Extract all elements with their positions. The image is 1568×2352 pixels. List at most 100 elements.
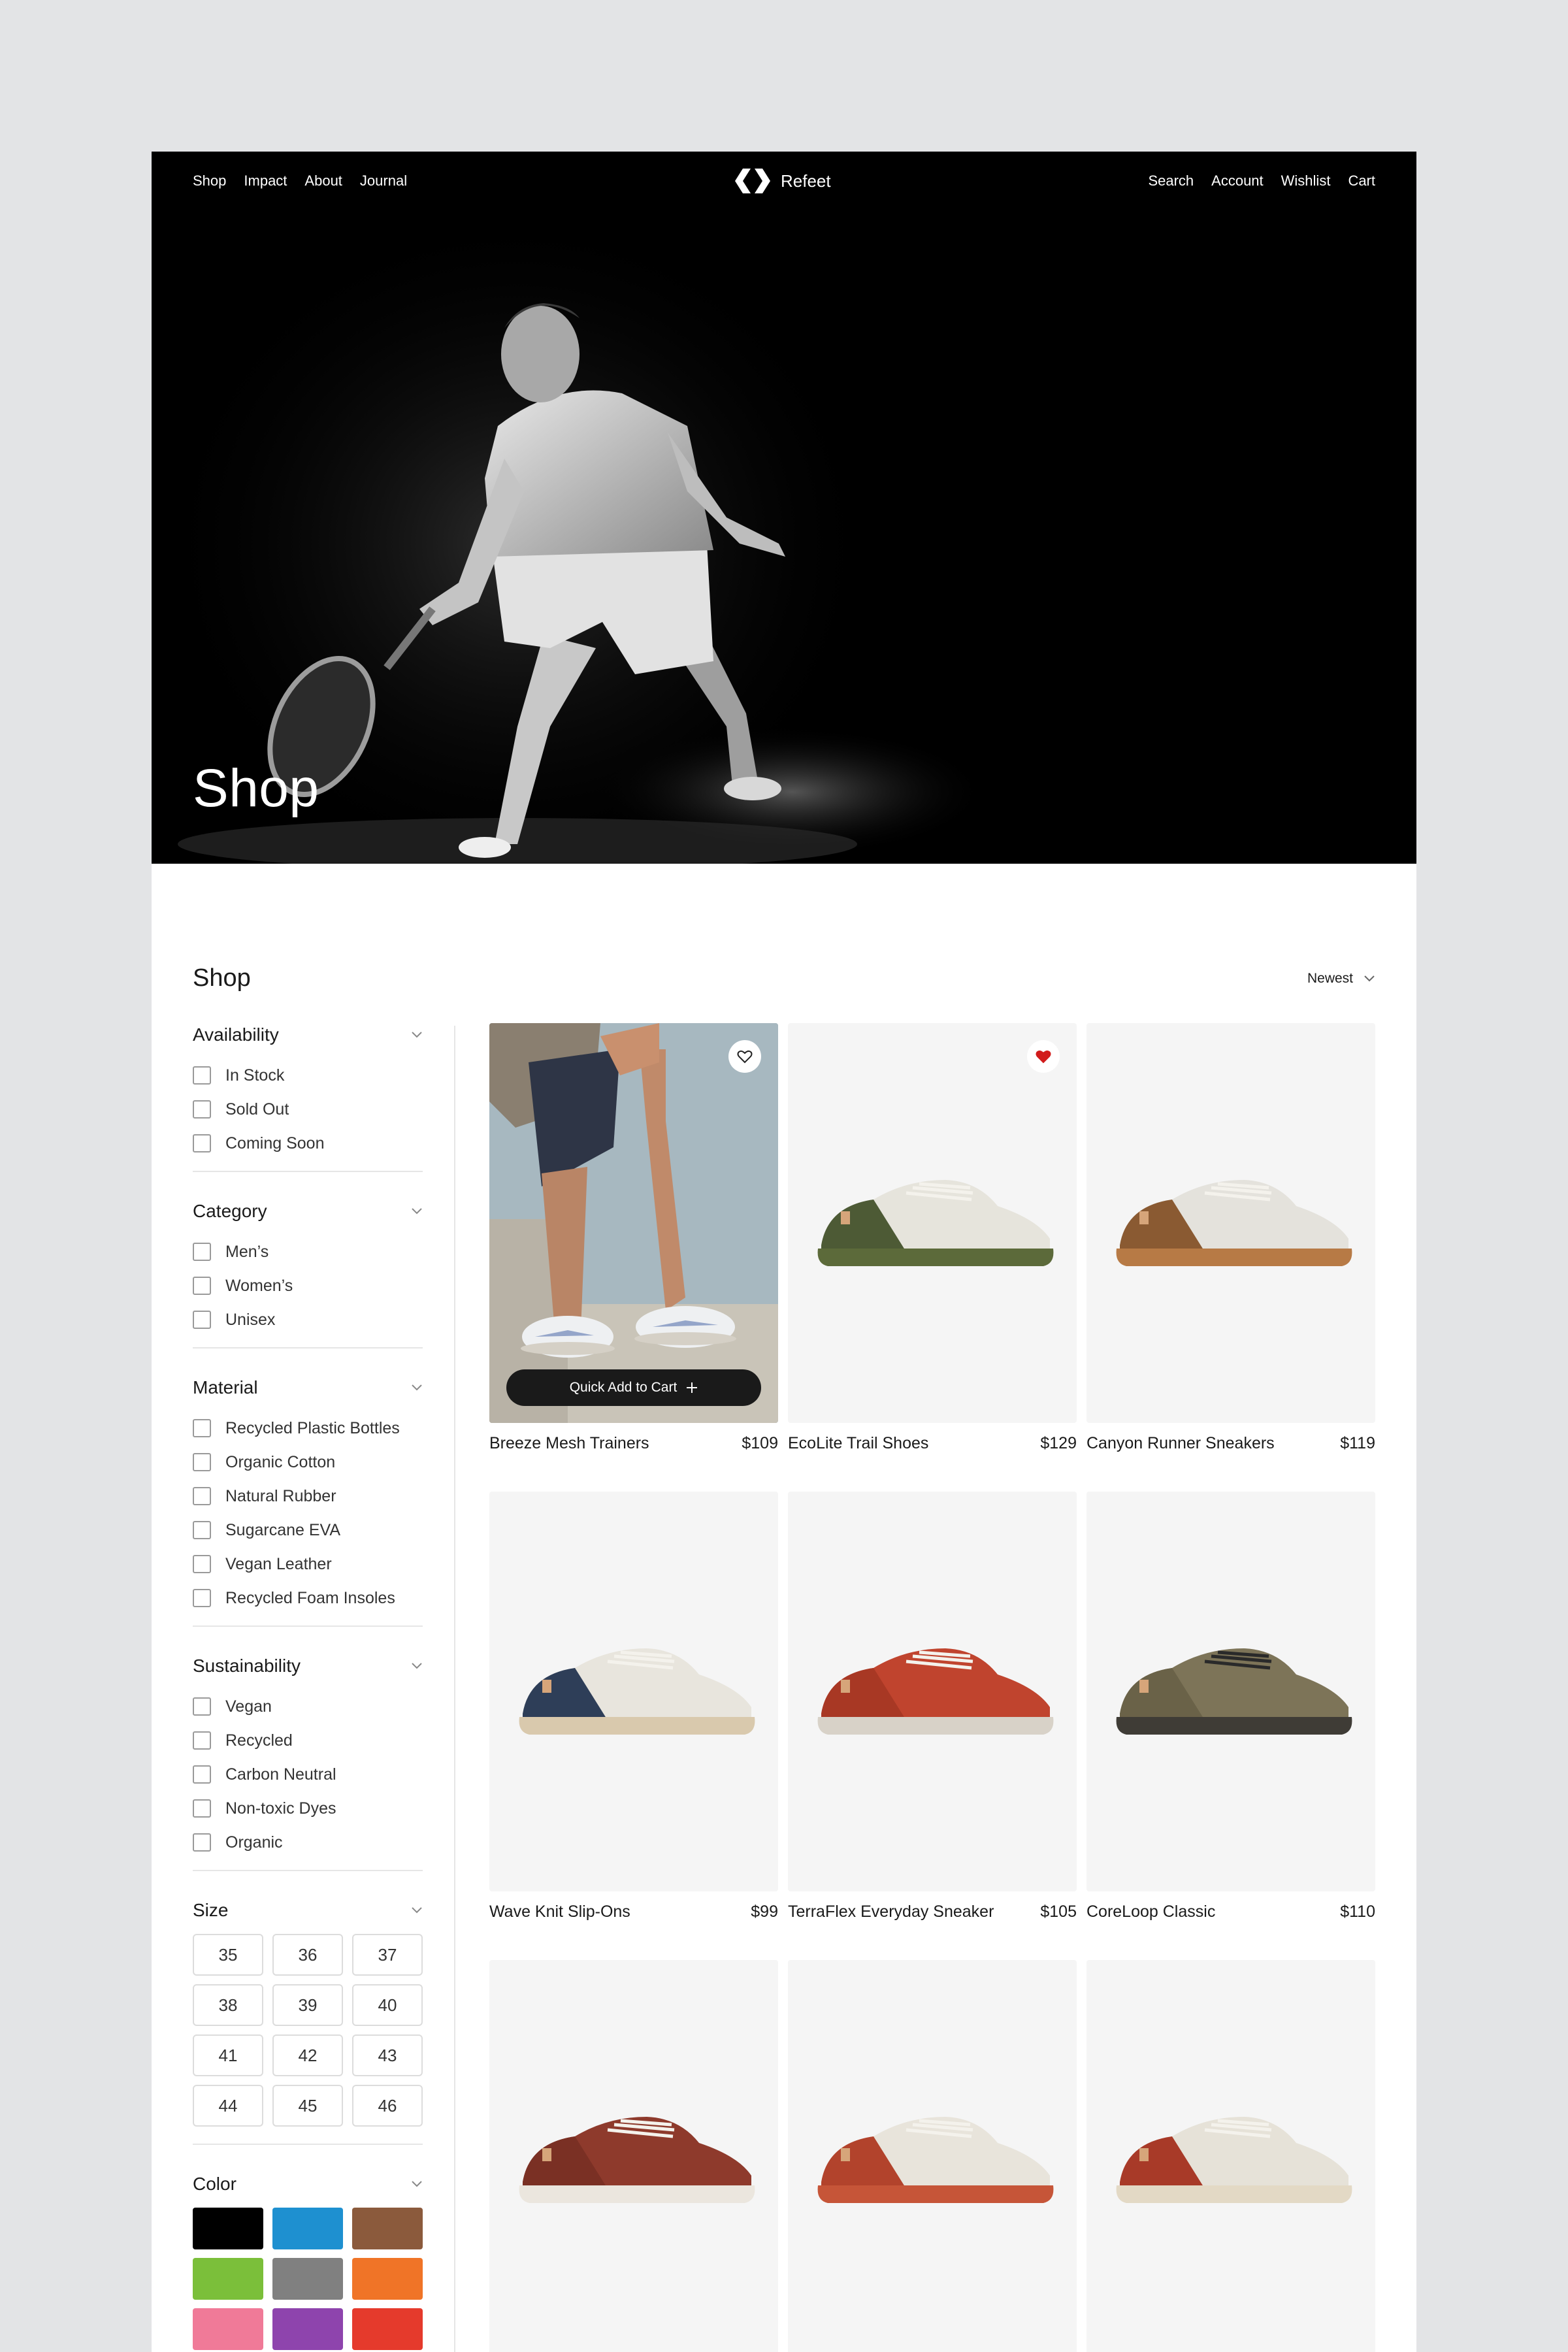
checkbox[interactable] bbox=[193, 1134, 211, 1152]
filter-option[interactable]: Women’s bbox=[193, 1269, 423, 1303]
checkbox[interactable] bbox=[193, 1521, 211, 1539]
checkbox[interactable] bbox=[193, 1697, 211, 1716]
size-button[interactable]: 43 bbox=[352, 2034, 423, 2076]
size-button[interactable]: 35 bbox=[193, 1934, 263, 1976]
product-image[interactable] bbox=[788, 1960, 1077, 2352]
product-image[interactable] bbox=[1086, 1960, 1375, 2352]
filter-option[interactable]: Recycled Foam Insoles bbox=[193, 1581, 423, 1615]
checkbox[interactable] bbox=[193, 1555, 211, 1573]
product-name[interactable]: TerraFlex Everyday Sneaker bbox=[788, 1903, 994, 1921]
product-card[interactable]: CoreLoop Classic $110 bbox=[1086, 1492, 1375, 1960]
checkbox[interactable] bbox=[193, 1453, 211, 1471]
product-name[interactable]: EcoLite Trail Shoes bbox=[788, 1434, 928, 1453]
filter-option[interactable]: Organic Cotton bbox=[193, 1445, 423, 1479]
checkbox[interactable] bbox=[193, 1833, 211, 1852]
product-image[interactable] bbox=[788, 1492, 1077, 1891]
product-image[interactable] bbox=[489, 1492, 778, 1891]
checkbox[interactable] bbox=[193, 1419, 211, 1437]
color-swatch[interactable] bbox=[193, 2308, 263, 2350]
filter-option[interactable]: Organic bbox=[193, 1825, 423, 1859]
product-card[interactable]: Wave Knit Slip-Ons $99 bbox=[489, 1492, 778, 1960]
checkbox[interactable] bbox=[193, 1311, 211, 1329]
size-button[interactable]: 46 bbox=[352, 2085, 423, 2127]
filter-option[interactable]: Vegan Leather bbox=[193, 1547, 423, 1581]
nav-link-about[interactable]: About bbox=[304, 172, 342, 189]
size-button[interactable]: 41 bbox=[193, 2034, 263, 2076]
nav-link-account[interactable]: Account bbox=[1211, 172, 1264, 189]
color-swatch[interactable] bbox=[272, 2308, 343, 2350]
checkbox[interactable] bbox=[193, 1243, 211, 1261]
product-image[interactable] bbox=[489, 1960, 778, 2352]
nav-link-shop[interactable]: Shop bbox=[193, 172, 226, 189]
checkbox[interactable] bbox=[193, 1765, 211, 1784]
checkbox[interactable] bbox=[193, 1066, 211, 1085]
product-card[interactable]: Quick Add to Cart Breeze Mesh Trainers $… bbox=[489, 1023, 778, 1492]
nav-link-cart[interactable]: Cart bbox=[1348, 172, 1375, 189]
checkbox[interactable] bbox=[193, 1731, 211, 1750]
wishlist-button[interactable] bbox=[728, 1040, 761, 1073]
product-card[interactable] bbox=[1086, 1960, 1375, 2352]
filter-option[interactable]: Recycled bbox=[193, 1723, 423, 1757]
filter-option[interactable]: Coming Soon bbox=[193, 1126, 423, 1160]
product-image[interactable]: Quick Add to Cart bbox=[489, 1023, 778, 1423]
size-button[interactable]: 42 bbox=[272, 2034, 343, 2076]
nav-link-impact[interactable]: Impact bbox=[244, 172, 287, 189]
nav-link-search[interactable]: Search bbox=[1148, 172, 1194, 189]
product-card[interactable]: EcoLite Trail Shoes $129 bbox=[788, 1023, 1077, 1492]
filter-size-header[interactable]: Size bbox=[193, 1896, 423, 1925]
filter-option[interactable]: Men’s bbox=[193, 1235, 423, 1269]
nav-link-wishlist[interactable]: Wishlist bbox=[1281, 172, 1331, 189]
product-image[interactable] bbox=[788, 1023, 1077, 1423]
checkbox[interactable] bbox=[193, 1100, 211, 1119]
filter-option[interactable]: Recycled Plastic Bottles bbox=[193, 1411, 423, 1445]
checkbox[interactable] bbox=[193, 1277, 211, 1295]
size-button[interactable]: 38 bbox=[193, 1984, 263, 2026]
filter-option[interactable]: In Stock bbox=[193, 1058, 423, 1092]
wishlist-button[interactable] bbox=[1027, 1040, 1060, 1073]
product-card[interactable] bbox=[788, 1960, 1077, 2352]
filter-option[interactable]: Vegan bbox=[193, 1690, 423, 1723]
size-button[interactable]: 37 bbox=[352, 1934, 423, 1976]
size-button[interactable]: 39 bbox=[272, 1984, 343, 2026]
color-swatch[interactable] bbox=[352, 2208, 423, 2249]
color-swatch[interactable] bbox=[272, 2208, 343, 2249]
color-swatch[interactable] bbox=[352, 2258, 423, 2300]
filter-option[interactable]: Natural Rubber bbox=[193, 1479, 423, 1513]
filter-category-header[interactable]: Category bbox=[193, 1197, 423, 1226]
product-image[interactable] bbox=[1086, 1492, 1375, 1891]
brand-logo[interactable]: Refeet bbox=[734, 167, 831, 195]
chevron-down-icon bbox=[412, 1208, 422, 1215]
filter-option[interactable]: Sold Out bbox=[193, 1092, 423, 1126]
sort-dropdown[interactable]: Newest bbox=[1307, 971, 1375, 987]
product-name[interactable]: Canyon Runner Sneakers bbox=[1086, 1434, 1275, 1453]
product-name[interactable]: CoreLoop Classic bbox=[1086, 1903, 1215, 1921]
product-name[interactable]: Wave Knit Slip-Ons bbox=[489, 1903, 630, 1921]
color-swatch[interactable] bbox=[193, 2258, 263, 2300]
color-swatch[interactable] bbox=[193, 2208, 263, 2249]
product-card[interactable]: TerraFlex Everyday Sneaker $105 bbox=[788, 1492, 1077, 1960]
product-card[interactable]: Canyon Runner Sneakers $119 bbox=[1086, 1023, 1375, 1492]
filter-color-header[interactable]: Color bbox=[193, 2170, 423, 2198]
product-card[interactable] bbox=[489, 1960, 778, 2352]
filter-option[interactable]: Non-toxic Dyes bbox=[193, 1791, 423, 1825]
color-swatch[interactable] bbox=[272, 2258, 343, 2300]
filter-option[interactable]: Carbon Neutral bbox=[193, 1757, 423, 1791]
color-swatch[interactable] bbox=[352, 2308, 423, 2350]
filter-availability-header[interactable]: Availability bbox=[193, 1021, 423, 1049]
size-button[interactable]: 40 bbox=[352, 1984, 423, 2026]
filter-option[interactable]: Unisex bbox=[193, 1303, 423, 1337]
filter-option[interactable]: Sugarcane EVA bbox=[193, 1513, 423, 1547]
size-button[interactable]: 36 bbox=[272, 1934, 343, 1976]
filter-material-header[interactable]: Material bbox=[193, 1373, 423, 1402]
product-name[interactable]: Breeze Mesh Trainers bbox=[489, 1434, 649, 1453]
quick-add-to-cart-button[interactable]: Quick Add to Cart bbox=[506, 1369, 761, 1406]
size-button[interactable]: 44 bbox=[193, 2085, 263, 2127]
size-grid: 35 36 37 38 39 40 41 42 43 44 45 46 bbox=[193, 1934, 423, 2127]
checkbox[interactable] bbox=[193, 1799, 211, 1818]
filter-sustainability-header[interactable]: Sustainability bbox=[193, 1652, 423, 1680]
product-image[interactable] bbox=[1086, 1023, 1375, 1423]
checkbox[interactable] bbox=[193, 1487, 211, 1505]
nav-link-journal[interactable]: Journal bbox=[360, 172, 407, 189]
size-button[interactable]: 45 bbox=[272, 2085, 343, 2127]
checkbox[interactable] bbox=[193, 1589, 211, 1607]
